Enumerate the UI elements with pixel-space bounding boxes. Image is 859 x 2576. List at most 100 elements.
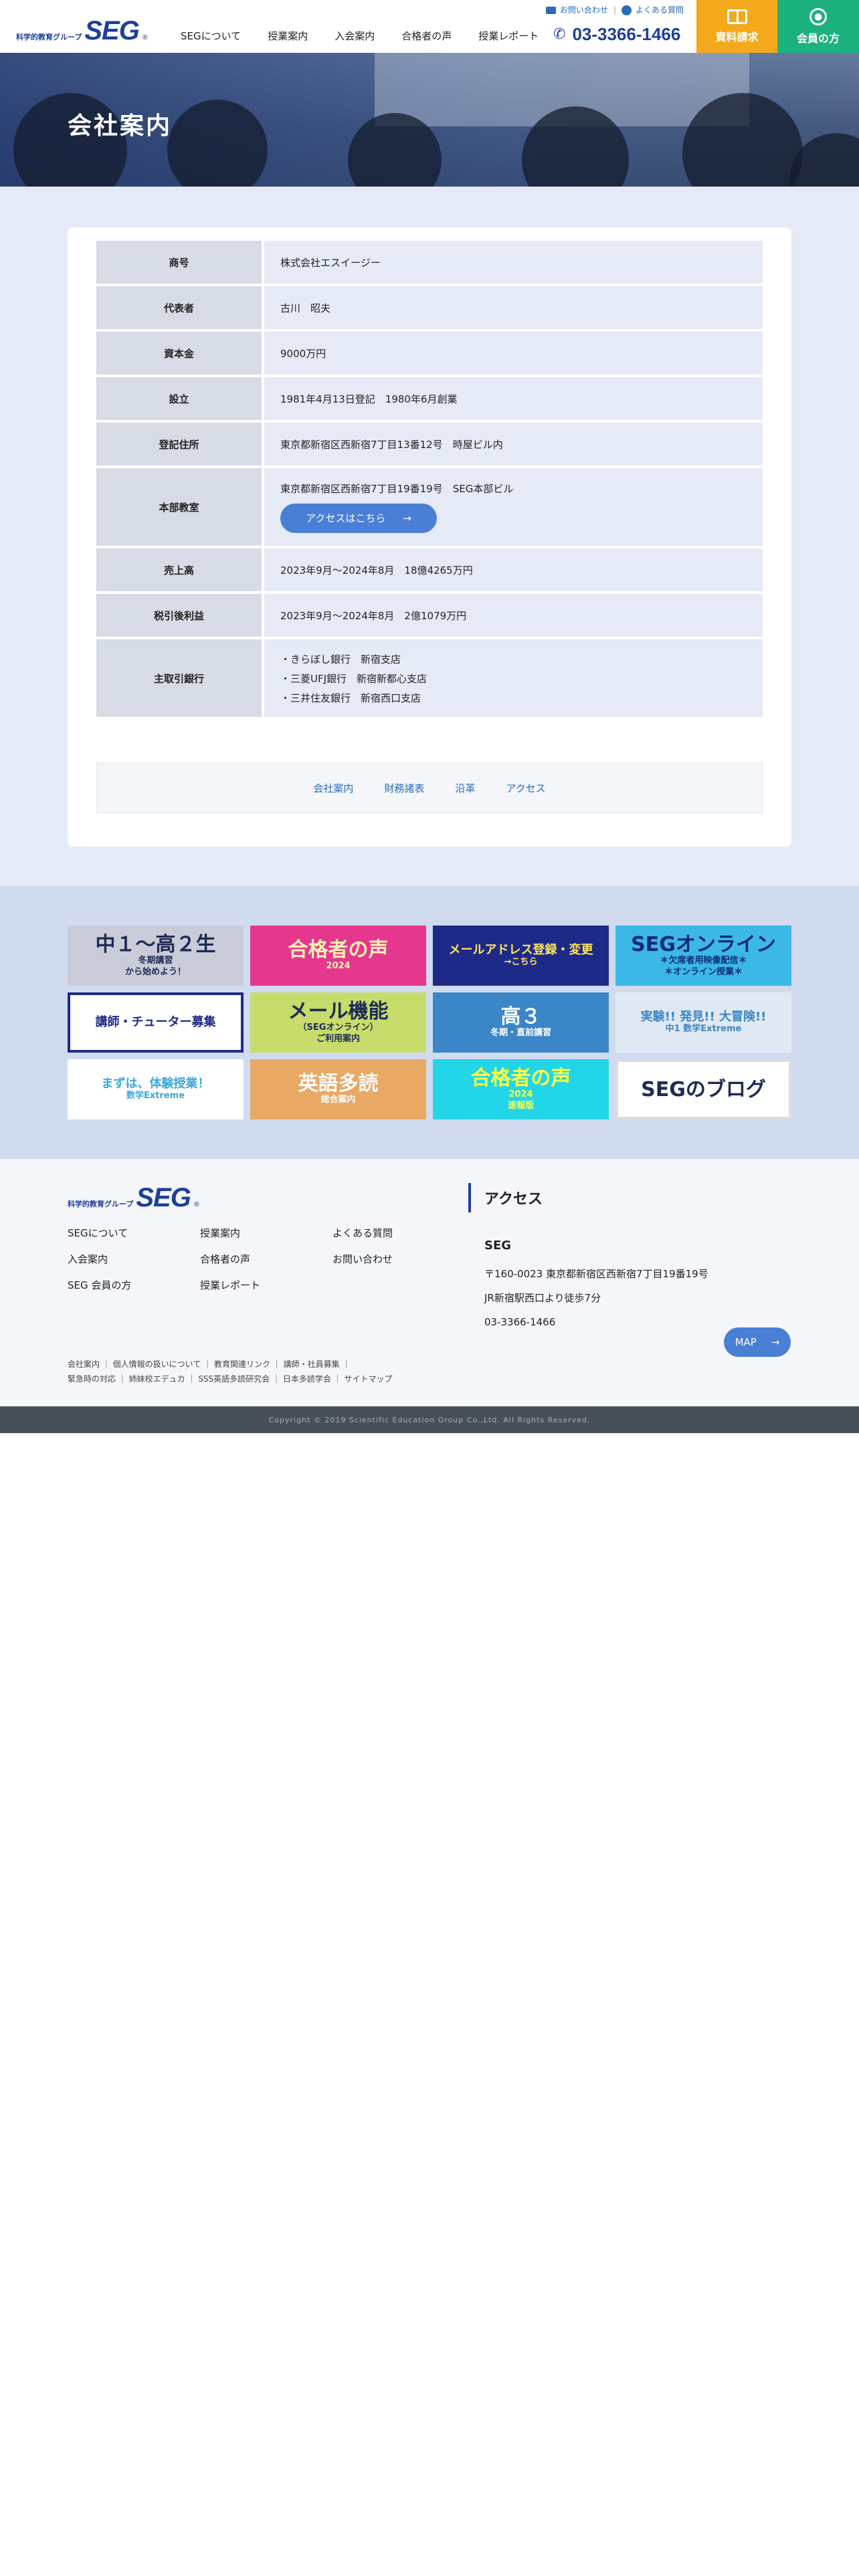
footer-sub-link[interactable]: 姉妹校エデュカ bbox=[129, 1374, 185, 1384]
promo-banner[interactable]: メール機能 （SEGオンライン） ご利用案内 bbox=[250, 992, 426, 1053]
promo-banner[interactable]: 実験!! 発見!! 大冒険!! 中1 数学Extreme bbox=[615, 992, 791, 1053]
banner-text: 英語多読 bbox=[298, 1072, 379, 1096]
divider: ｜ bbox=[339, 1360, 351, 1369]
request-materials-label: 資料請求 bbox=[715, 30, 759, 43]
row-value: 1981年4月13日登記 1980年6月創業 bbox=[264, 377, 763, 420]
banner-text: 実験!! 発見!! 大冒険!! bbox=[640, 1009, 767, 1024]
phone-number: 03-3366-1466 bbox=[572, 24, 681, 44]
access-info: SEG 〒160-0023 東京都新宿区西新宿7丁目19番19号 JR新宿駅西口… bbox=[484, 1234, 708, 1334]
row-label: 主取引銀行 bbox=[96, 639, 264, 717]
promo-banner[interactable]: 中１〜高２生 冬期講習 から始めよう！ bbox=[68, 926, 244, 986]
divider: ｜ bbox=[270, 1374, 283, 1384]
site-logo[interactable]: 科学的教育グループ SEG ® bbox=[16, 16, 149, 46]
logo-tagline: 科学的教育グループ bbox=[16, 33, 82, 41]
subnav-access[interactable]: アクセス bbox=[506, 781, 545, 795]
footer-link[interactable]: よくある質問 bbox=[332, 1226, 465, 1240]
table-row: 設立 1981年4月13日登記 1980年6月創業 bbox=[96, 377, 763, 423]
promo-banner[interactable]: 合格者の声 2024 bbox=[250, 926, 426, 986]
row-value-line: 東京都新宿区西新宿7丁目13番12号 時屋ビル内 bbox=[280, 438, 503, 451]
promo-banner[interactable]: 英語多読 総合案内 bbox=[250, 1059, 426, 1119]
phone-contact[interactable]: ✆ 03-3366-1466 bbox=[553, 24, 680, 45]
footer-sub-link[interactable]: SSS英語多読研究会 bbox=[198, 1374, 270, 1384]
promo-banner[interactable]: 高３ 冬期・直前講習 bbox=[433, 992, 609, 1053]
mail-icon bbox=[545, 7, 556, 14]
banner-text: 冬期・直前講習 bbox=[490, 1028, 551, 1039]
request-materials-button[interactable]: 資料請求 bbox=[696, 0, 777, 53]
company-subnav: 会社案内 財務諸表 沿革 アクセス bbox=[96, 762, 763, 813]
subnav-company[interactable]: 会社案内 bbox=[313, 781, 353, 795]
promo-banner[interactable]: メールアドレス登録・変更 →こちら bbox=[433, 926, 609, 986]
access-phone: 03-3366-1466 bbox=[484, 1316, 556, 1328]
banner-grid: 中１〜高２生 冬期講習 から始めよう！ 合格者の声 2024 メールアドレス登録・変更 →こ… bbox=[68, 926, 791, 1119]
promo-banner[interactable]: 合格者の声 2024 速報版 bbox=[433, 1059, 609, 1119]
footer-link[interactable]: お問い合わせ bbox=[332, 1252, 465, 1266]
access-heading: アクセス bbox=[468, 1183, 543, 1212]
divider: ｜ bbox=[330, 1374, 345, 1384]
promo-banner[interactable]: まずは、体験授業！ 数学Extreme bbox=[68, 1059, 244, 1119]
table-row: 売上高 2023年9月〜2024年8月 18億4265万円 bbox=[96, 548, 763, 594]
utility-links: お問い合わせ | よくある質問 bbox=[545, 4, 684, 15]
footer-link[interactable]: 授業レポート bbox=[200, 1278, 332, 1292]
divider: ｜ bbox=[116, 1374, 129, 1384]
row-value: 古川 昭夫 bbox=[264, 286, 763, 329]
row-value-line: 2023年9月〜2024年8月 2億1079万円 bbox=[280, 609, 467, 622]
member-login-button[interactable]: ● 会員の方 bbox=[777, 0, 859, 53]
faq-link[interactable]: よくある質問 bbox=[621, 4, 684, 15]
subnav-financials[interactable]: 財務諸表 bbox=[384, 781, 424, 795]
access-name: SEG bbox=[484, 1239, 512, 1253]
row-value: 東京都新宿区西新宿7丁目19番19号 SEG本部ビル アクセスはこちら → bbox=[264, 468, 763, 546]
question-icon bbox=[621, 5, 632, 15]
access-button-label: アクセスはこちら bbox=[306, 512, 386, 524]
site-footer: 科学的教育グループ SEG ® SEGについて 授業案内 よくある質問 入会案内… bbox=[0, 1159, 859, 1406]
promo-banner[interactable]: SEGオンライン ＊欠席者用映像配信＊ ＊オンライン授業＊ bbox=[615, 926, 791, 986]
footer-sub-links: 会社案内 ｜ 個人情報の扱いについて ｜ 教育関連リンク ｜ 講師・社員募集 ｜… bbox=[68, 1357, 482, 1386]
access-button[interactable]: アクセスはこちら → bbox=[280, 503, 437, 533]
company-info-card: 商号 株式会社エスイージー 代表者 古川 昭夫 資本金 9000万円 設立 1981年4月13… bbox=[68, 227, 791, 847]
footer-sub-link[interactable]: 教育関連リンク bbox=[214, 1360, 270, 1369]
footer-sub-link[interactable]: 緊急時の対応 bbox=[68, 1374, 116, 1384]
row-value: 東京都新宿区西新宿7丁目13番12号 時屋ビル内 bbox=[264, 423, 763, 465]
row-value: 2023年9月〜2024年8月 18億4265万円 bbox=[264, 548, 763, 591]
banner-text: メールアドレス登録・変更 bbox=[448, 942, 593, 957]
banner-text: メール機能 bbox=[288, 999, 389, 1023]
row-label: 設立 bbox=[96, 377, 264, 420]
logo-tagline: 科学的教育グループ bbox=[68, 1200, 134, 1208]
arrow-right-icon: → bbox=[403, 512, 411, 524]
footer-link[interactable]: 授業案内 bbox=[200, 1226, 332, 1240]
footer-sub-link[interactable]: サイトマップ bbox=[344, 1374, 392, 1384]
map-button[interactable]: MAP → bbox=[724, 1327, 791, 1357]
footer-link[interactable]: 合格者の声 bbox=[200, 1252, 332, 1266]
map-button-label: MAP bbox=[735, 1336, 757, 1348]
footer-link[interactable]: 入会案内 bbox=[68, 1252, 200, 1266]
banner-text: ご利用案内 bbox=[316, 1033, 360, 1044]
banner-text: 中１〜高２生 bbox=[95, 932, 216, 956]
student-silhouette bbox=[167, 100, 268, 187]
footer-sub-link[interactable]: 会社案内 bbox=[68, 1360, 100, 1369]
subnav-history[interactable]: 沿革 bbox=[455, 781, 475, 795]
banner-text: SEGオンライン bbox=[631, 932, 776, 956]
contact-link[interactable]: お問い合わせ bbox=[545, 4, 608, 15]
row-label: 商号 bbox=[96, 241, 264, 284]
row-value-line: 9000万円 bbox=[280, 347, 326, 360]
hero-banner: 会社案内 bbox=[0, 53, 859, 187]
footer-sub-link[interactable]: 個人情報の扱いについて bbox=[113, 1360, 201, 1369]
promo-banner[interactable]: 講師・チューター募集 bbox=[68, 992, 244, 1053]
table-row: 主取引銀行 ・きらぼし銀行 新宿支店 ・三菱UFJ銀行 新宿新都心支店 ・三井住友銀行… bbox=[96, 639, 763, 720]
nav-item[interactable]: 合格者の声 bbox=[401, 29, 452, 43]
logo-registered: ® bbox=[141, 34, 149, 41]
footer-sub-link[interactable]: 講師・社員募集 bbox=[284, 1360, 340, 1369]
footer-logo[interactable]: 科学的教育グループ SEG ® bbox=[68, 1183, 200, 1213]
book-icon bbox=[727, 9, 747, 24]
nav-item[interactable]: SEGについて bbox=[181, 29, 241, 43]
nav-item[interactable]: 入会案内 bbox=[335, 29, 375, 43]
access-station: JR新宿駅西口より徒歩7分 bbox=[484, 1292, 601, 1304]
banner-text: 数学Extreme bbox=[126, 1091, 185, 1101]
divider: ｜ bbox=[100, 1360, 113, 1369]
nav-item[interactable]: 授業レポート bbox=[478, 29, 539, 43]
footer-sub-link[interactable]: 日本多読学会 bbox=[283, 1374, 331, 1384]
banner-text: 高３ bbox=[500, 1005, 541, 1029]
footer-link[interactable]: SEGについて bbox=[68, 1226, 200, 1240]
nav-item[interactable]: 授業案内 bbox=[268, 29, 308, 43]
footer-link[interactable]: SEG 会員の方 bbox=[68, 1278, 200, 1292]
promo-banner[interactable]: SEGのブログ bbox=[615, 1059, 791, 1119]
